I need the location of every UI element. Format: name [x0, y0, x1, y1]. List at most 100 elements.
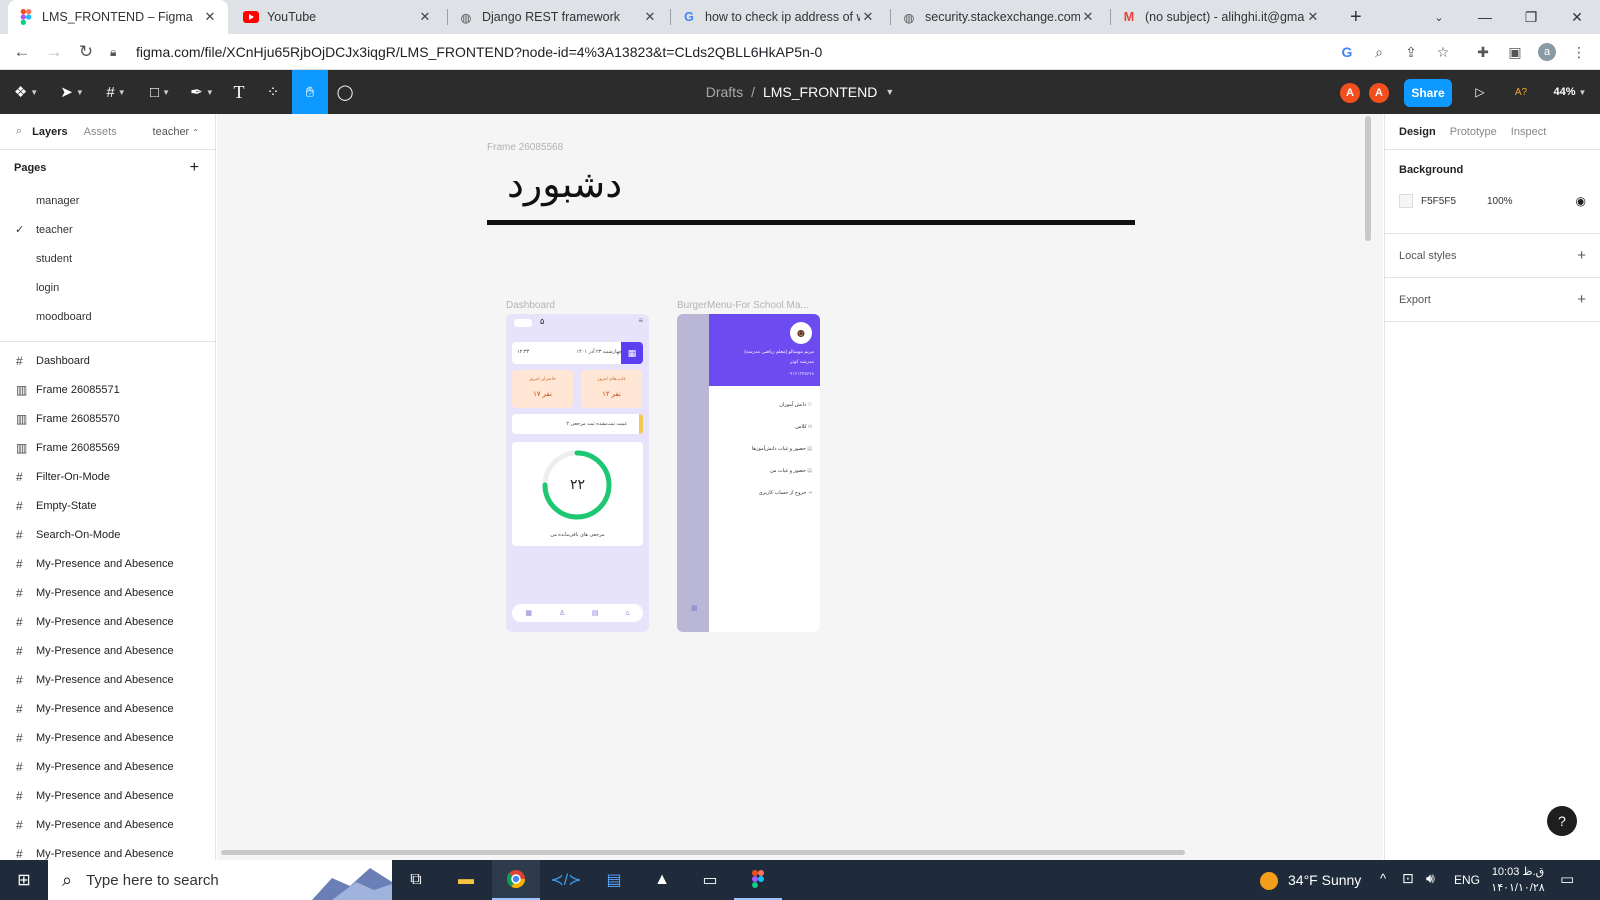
present-button[interactable]: ▷	[1468, 70, 1492, 114]
background-hex[interactable]: F5F5F5	[1421, 196, 1456, 207]
avatar[interactable]: A	[1369, 83, 1389, 103]
shape-tool[interactable]: □ ▼	[142, 70, 178, 114]
back-button[interactable]: ←	[10, 40, 34, 64]
new-tab-button[interactable]: +	[1340, 0, 1370, 34]
star-icon[interactable]: ☆	[1434, 43, 1452, 61]
tab-prototype[interactable]: Prototype	[1450, 126, 1497, 138]
layer-item[interactable]: # My-Presence and Abesence	[0, 781, 215, 810]
restore-button[interactable]: ❐	[1508, 0, 1554, 34]
page-item-login[interactable]: login	[0, 273, 215, 302]
tab-inspect[interactable]: Inspect	[1511, 126, 1546, 138]
figma-icon[interactable]	[734, 860, 782, 900]
extensions-icon[interactable]: ✚	[1474, 43, 1492, 61]
search-icon[interactable]: ⌕	[16, 125, 22, 138]
chrome-icon[interactable]	[492, 860, 540, 900]
zoom-menu[interactable]: 44% ▼	[1550, 70, 1590, 114]
terminal-icon[interactable]: ▭	[686, 860, 734, 900]
menu-icon[interactable]: ⋮	[1570, 43, 1588, 61]
close-icon[interactable]: ✕	[417, 9, 433, 25]
task-view-icon[interactable]: ⧉	[392, 860, 440, 900]
forward-button[interactable]: →	[42, 40, 66, 64]
layer-item[interactable]: # My-Presence and Abesence	[0, 549, 215, 578]
tab-search-icon[interactable]: ⌄	[1416, 0, 1462, 34]
tab-assets[interactable]: Assets	[84, 126, 117, 138]
layer-item[interactable]: # Search-On-Mode	[0, 520, 215, 549]
layer-item[interactable]: # My-Presence and Abesence	[0, 636, 215, 665]
tab-django[interactable]: ◍ Django REST framework ✕	[448, 0, 668, 34]
breadcrumb-file[interactable]: LMS_FRONTEND	[763, 84, 877, 100]
close-icon[interactable]: ✕	[860, 9, 876, 25]
layer-item[interactable]: # My-Presence and Abesence	[0, 810, 215, 839]
notification-icon[interactable]: ▭	[1560, 870, 1574, 888]
dashboard-frame[interactable]: ۵ ≡ ۱۲:۳۳ چهارشنبه ۲۳ آذر ۱۴۰۱ ▦ حاضران …	[506, 314, 649, 632]
page-item-manager[interactable]: manager	[0, 186, 215, 215]
sidebar-icon[interactable]: ▣	[1506, 43, 1524, 61]
menu-item[interactable]: حضور و غیاب دانش‌آموزها ▤	[752, 438, 812, 460]
page-item-student[interactable]: student	[0, 244, 215, 273]
network-icon[interactable]: ⊡	[1402, 870, 1414, 887]
minimize-button[interactable]: —	[1462, 0, 1508, 34]
tab-google[interactable]: G how to check ip address of w ✕	[671, 0, 886, 34]
tab-youtube[interactable]: YouTube ✕	[233, 0, 443, 34]
horizontal-scrollbar[interactable]	[221, 850, 1185, 855]
layer-item[interactable]: # Empty-State	[0, 491, 215, 520]
add-page-button[interactable]: +	[190, 159, 199, 177]
profile-avatar[interactable]: a	[1538, 43, 1556, 61]
layer-item[interactable]: # My-Presence and Abesence	[0, 752, 215, 781]
layer-item[interactable]: # My-Presence and Abesence	[0, 839, 215, 861]
document-icon[interactable]: ▤	[592, 609, 599, 617]
frame-label[interactable]: BurgerMenu-For School Ma...	[677, 300, 809, 311]
chevron-up-icon[interactable]: ^	[1380, 871, 1386, 886]
layer-item[interactable]: # Filter-On-Mode	[0, 462, 215, 491]
share-icon[interactable]: ⇪	[1402, 43, 1420, 61]
photos-icon[interactable]: ▲	[638, 860, 686, 900]
close-window-button[interactable]: ✕	[1554, 0, 1600, 34]
reload-button[interactable]: ↻	[74, 40, 98, 64]
language-indicator[interactable]: ENG	[1454, 873, 1480, 887]
layer-item[interactable]: # My-Presence and Abesence	[0, 607, 215, 636]
vscode-icon[interactable]: ≺/≻	[542, 860, 590, 900]
google-icon[interactable]: G	[1338, 43, 1356, 61]
menu-item[interactable]: دانش آموزان ⚇	[752, 394, 812, 416]
page-item-moodboard[interactable]: moodboard	[0, 302, 215, 331]
color-swatch[interactable]	[1399, 194, 1413, 208]
chevron-down-icon[interactable]: ▼	[885, 87, 894, 97]
layer-item[interactable]: # My-Presence and Abesence	[0, 694, 215, 723]
page-switcher[interactable]: teacher ⌃	[153, 126, 199, 138]
tab-design[interactable]: Design	[1399, 126, 1436, 138]
pen-tool[interactable]: ✒ ▼	[184, 70, 220, 114]
close-icon[interactable]: ✕	[642, 9, 658, 25]
frame-label[interactable]: Frame 26085568	[487, 142, 563, 153]
ai-button[interactable]: A?	[1508, 70, 1534, 114]
avatar[interactable]: A	[1340, 83, 1360, 103]
main-menu-button[interactable]: ❖ ▼	[8, 70, 44, 114]
vertical-scrollbar[interactable]	[1365, 116, 1371, 241]
home-icon[interactable]: ⌂	[625, 610, 629, 617]
text-tool[interactable]: T	[226, 70, 252, 114]
tab-layers[interactable]: Layers	[32, 126, 67, 138]
menu-item[interactable]: خروج از حساب کاربری ⇥	[752, 482, 812, 504]
windows-start-icon[interactable]: ⊞	[0, 860, 48, 900]
calendar-icon[interactable]: ▦	[525, 609, 532, 617]
tab-gmail[interactable]: M (no subject) - alihghi.it@gma ✕	[1111, 0, 1331, 34]
menu-item[interactable]: حضور و غیاب من ▤	[752, 460, 812, 482]
hand-tool[interactable]: ✋︎	[292, 70, 328, 114]
add-export-button[interactable]: +	[1577, 291, 1586, 308]
weather-text[interactable]: 34°F Sunny	[1288, 872, 1361, 888]
file-explorer-icon[interactable]: ▬	[442, 860, 490, 900]
resources-tool[interactable]: ⁘	[260, 70, 286, 114]
layer-item[interactable]: # My-Presence and Abesence	[0, 665, 215, 694]
app-icon[interactable]: ▤	[590, 860, 638, 900]
canvas[interactable]: Frame 26085568 دشبورد Dashboard BurgerMe…	[217, 114, 1383, 860]
share-button[interactable]: Share	[1404, 79, 1452, 107]
clock[interactable]: 10:03 ق.ظ ۱۴۰۱/۱۰/۲۸	[1488, 864, 1548, 896]
comment-tool[interactable]: ◯	[332, 70, 358, 114]
background-opacity[interactable]: 100%	[1487, 196, 1513, 207]
layer-item[interactable]: ▥ Frame 26085571	[0, 375, 215, 404]
layer-item[interactable]: ▥ Frame 26085569	[0, 433, 215, 462]
volume-icon[interactable]: 🔊︎	[1426, 870, 1435, 887]
layer-item[interactable]: # My-Presence and Abesence	[0, 578, 215, 607]
zoom-icon[interactable]: ⌕	[1370, 43, 1388, 61]
layer-item[interactable]: # My-Presence and Abesence	[0, 723, 215, 752]
layer-item[interactable]: ▥ Frame 26085570	[0, 404, 215, 433]
